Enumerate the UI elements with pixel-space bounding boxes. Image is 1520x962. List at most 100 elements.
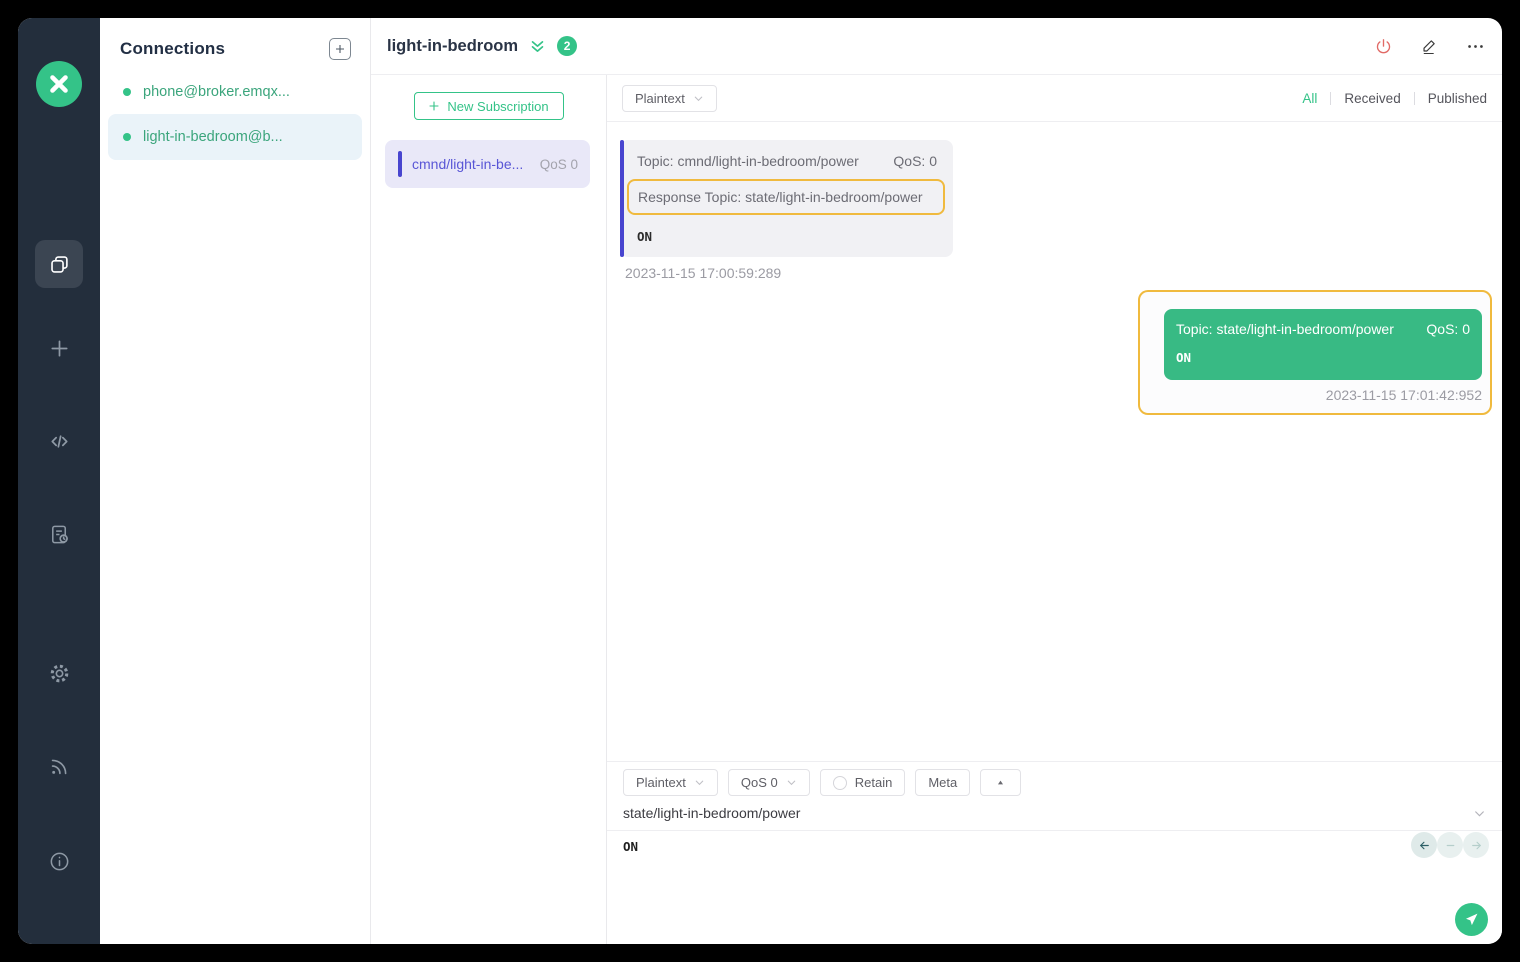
connections-header: Connections (100, 18, 370, 76)
payload-editor[interactable]: ON (607, 831, 1502, 944)
subscription-color-bar (398, 151, 402, 177)
ellipsis-icon (1467, 44, 1483, 48)
chevron-down-icon[interactable] (1473, 807, 1486, 820)
sidebar-item-script[interactable] (35, 417, 83, 465)
edit-connection-button[interactable] (1418, 35, 1440, 57)
published-payload: ON (1176, 350, 1192, 365)
publish-composer: Plaintext QoS 0 Retain Meta state/light-… (607, 761, 1502, 944)
qos-value: QoS 0 (740, 775, 778, 790)
subscription-topic: cmnd/light-in-be... (412, 156, 524, 172)
history-back-button[interactable] (1411, 832, 1437, 858)
more-options-button[interactable] (1464, 35, 1486, 57)
app-window: Connections phone@broker.emqx... light-i… (18, 18, 1502, 944)
received-message-card[interactable]: Topic: cmnd/light-in-bedroom/power QoS: … (620, 140, 953, 257)
received-qos: QoS: 0 (893, 153, 937, 169)
sidebar-item-about[interactable] (35, 837, 83, 885)
connection-item-light-in-bedroom[interactable]: light-in-bedroom@b... (108, 114, 362, 160)
sidebar-item-connections[interactable] (35, 240, 83, 288)
received-topic-row: Topic: cmnd/light-in-bedroom/power QoS: … (627, 153, 945, 169)
disconnect-button[interactable] (1372, 35, 1394, 57)
meta-button[interactable]: Meta (915, 769, 971, 796)
arrow-right-icon (1471, 841, 1481, 849)
connected-dot-icon (123, 88, 131, 96)
filter-received[interactable]: Received (1344, 91, 1400, 106)
response-topic-highlight: Response Topic: state/light-in-bedroom/p… (627, 179, 945, 215)
sidebar-item-new-connection[interactable] (35, 324, 83, 372)
filter-separator (1330, 91, 1332, 105)
subscription-item[interactable]: cmnd/light-in-be... QoS 0 (385, 140, 590, 188)
topic-input-row (607, 802, 1502, 831)
connections-icon (47, 252, 71, 276)
logo-x-icon (50, 75, 68, 93)
meta-label: Meta (928, 775, 958, 790)
payload-format-value: Plaintext (636, 775, 686, 790)
subscriptions-panel: New Subscription cmnd/light-in-be... QoS… (371, 75, 607, 944)
published-timestamp: 2023-11-15 17:01:42:952 (1325, 387, 1482, 403)
connection-header: light-in-bedroom 2 (371, 18, 1502, 75)
received-timestamp: 2023-11-15 17:00:59:289 (625, 265, 782, 281)
published-topic: Topic: state/light-in-bedroom/power (1176, 321, 1394, 337)
plus-icon (429, 101, 439, 111)
new-subscription-button[interactable]: New Subscription (413, 92, 564, 120)
published-message-highlight: Topic: state/light-in-bedroom/power QoS:… (1138, 290, 1492, 415)
connection-label: light-in-bedroom@b... (143, 129, 283, 145)
subscription-count-badge: 2 (557, 36, 578, 56)
history-forward-button[interactable] (1463, 832, 1489, 858)
message-history: Topic: cmnd/light-in-bedroom/power QoS: … (607, 122, 1502, 761)
received-message: Topic: cmnd/light-in-bedroom/power QoS: … (620, 140, 953, 281)
main-area: light-in-bedroom 2 New Subscription cmnd… (371, 18, 1502, 944)
triangle-up-icon (998, 780, 1004, 785)
message-filters: All Received Published (1302, 91, 1487, 106)
messages-toolbar: Plaintext All Received Published (607, 75, 1502, 122)
message-format-value: Plaintext (635, 90, 685, 106)
retain-toggle[interactable]: Retain (819, 769, 906, 796)
sidebar-item-updates[interactable] (35, 743, 83, 791)
messages-panel: Plaintext All Received Published Topic: … (607, 75, 1502, 944)
sidebar-item-log[interactable] (35, 510, 83, 558)
main-body: New Subscription cmnd/light-in-be... QoS… (371, 75, 1502, 944)
add-connection-button[interactable] (329, 38, 351, 60)
connection-item-phone[interactable]: phone@broker.emqx... (108, 76, 362, 108)
retain-label: Retain (854, 775, 893, 790)
received-accent-bar (620, 140, 624, 257)
connections-title: Connections (120, 39, 226, 58)
plus-icon (47, 336, 71, 360)
info-icon (47, 849, 71, 873)
new-subscription-label: New Subscription (447, 98, 549, 114)
filter-separator (1413, 91, 1415, 105)
received-payload: ON (637, 229, 653, 244)
chevron-down-icon (695, 780, 704, 786)
radio-circle-icon (832, 775, 847, 790)
collapse-editor-button[interactable] (980, 769, 1022, 796)
power-icon (1376, 38, 1390, 53)
message-format-select[interactable]: Plaintext (622, 84, 717, 112)
plus-icon (336, 45, 344, 53)
collapse-double-chevron-icon[interactable] (529, 38, 546, 55)
pencil-icon (1422, 39, 1435, 54)
gear-icon (47, 661, 71, 685)
payload-format-select[interactable]: Plaintext (623, 769, 718, 796)
code-icon (47, 429, 71, 453)
connections-panel: Connections phone@broker.emqx... light-i… (100, 18, 371, 944)
composer-toolbar: Plaintext QoS 0 Retain Meta (607, 762, 1502, 802)
send-button[interactable] (1455, 903, 1488, 936)
payload-history-nav (1411, 832, 1489, 858)
icon-sidebar (18, 18, 100, 944)
filter-published[interactable]: Published (1428, 91, 1487, 106)
published-topic-row: Topic: state/light-in-bedroom/power QoS:… (1176, 321, 1470, 337)
page-title: light-in-bedroom (387, 36, 519, 55)
filter-all[interactable]: All (1302, 91, 1317, 106)
rss-icon (47, 755, 71, 779)
history-current-button[interactable] (1437, 832, 1463, 858)
received-topic: Topic: cmnd/light-in-bedroom/power (637, 153, 859, 169)
sidebar-item-settings[interactable] (35, 649, 83, 697)
qos-select[interactable]: QoS 0 (727, 769, 810, 796)
chevron-down-icon (787, 780, 795, 786)
payload-value[interactable]: ON (623, 839, 1486, 854)
arrow-left-icon (1419, 841, 1429, 849)
published-message-card[interactable]: Topic: state/light-in-bedroom/power QoS:… (1164, 309, 1482, 380)
topic-input[interactable] (623, 805, 1473, 821)
subscription-qos: QoS 0 (539, 156, 578, 172)
mqttx-logo (36, 61, 82, 107)
chevron-down-icon (694, 96, 703, 101)
